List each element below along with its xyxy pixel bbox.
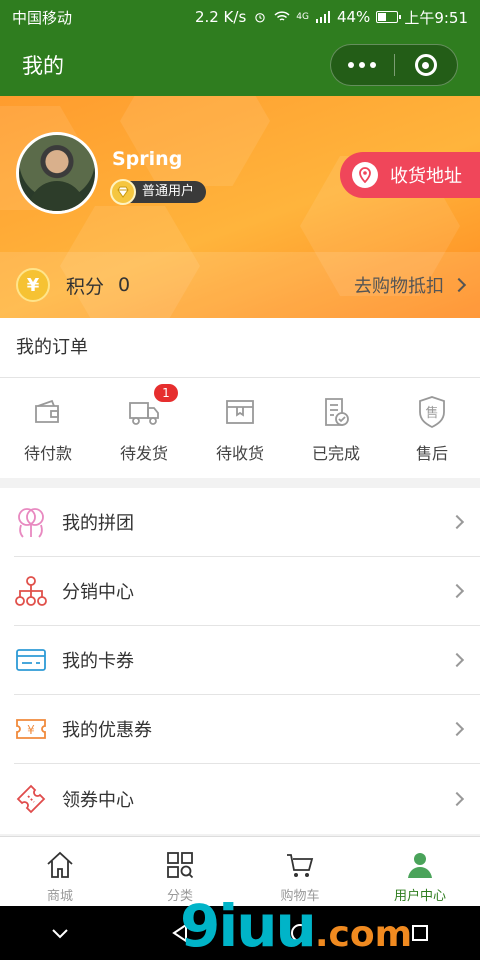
ticket-icon [16, 784, 46, 813]
tab-label: 购物车 [280, 889, 320, 904]
order-completed[interactable]: 已完成 [288, 378, 384, 478]
target-icon [414, 54, 437, 76]
menu-item-label: 领券中心 [62, 789, 134, 811]
order-pending-receipt[interactable]: 待收货 [192, 378, 288, 478]
member-level-label: 普通用户 [124, 181, 207, 203]
order-pending-payment[interactable]: 待付款 [0, 378, 96, 478]
user-icon [408, 853, 432, 878]
order-pending-shipment[interactable]: 1 待发货 [96, 378, 192, 478]
network-speed: 2.2 K/s [194, 8, 247, 26]
status-right: 2.2 K/s 4G 44% 上午9:51 [195, 7, 468, 28]
status-bar: 中国移动 2.2 K/s 4G 44% 上午9:51 [0, 0, 480, 34]
clock: 上午9:51 [404, 8, 468, 27]
tab-label: 商城 [46, 889, 73, 904]
alarm-icon [255, 13, 265, 23]
points-label: 积分 [66, 275, 105, 298]
order-pending-receipt-label: 待收货 [215, 444, 264, 463]
shipping-address-label: 收货地址 [390, 166, 462, 187]
bottom-tab-bar: 商城 分类 购物车 用户中心 [0, 836, 480, 906]
order-pending-shipment-label: 待发货 [119, 444, 168, 463]
redeem-points-label: 去购物抵扣 [354, 276, 444, 297]
order-after-sale[interactable]: 售 售后 [384, 378, 480, 478]
tab-category[interactable]: 分类 [120, 837, 240, 906]
recent-apps-icon[interactable] [408, 921, 432, 945]
back-icon[interactable] [168, 921, 192, 945]
user-name: Spring [112, 148, 183, 170]
tab-user-center[interactable]: 用户中心 [360, 837, 480, 906]
network-type: 4G [296, 12, 309, 22]
menu-item-label: 我的优惠券 [62, 720, 152, 741]
after-sale-glyph: 售 [425, 405, 438, 421]
coupon-glyph: ¥ [27, 723, 35, 737]
chevron-right-icon [449, 583, 465, 599]
menu-item-distribution[interactable]: 分销中心 [14, 557, 480, 626]
diamond-icon [110, 179, 136, 205]
menu-item-label: 我的卡券 [62, 651, 134, 672]
redeem-points-link[interactable]: 去购物抵扣 [354, 272, 467, 298]
signal-icon [315, 11, 330, 23]
menu-item-label: 我的拼团 [62, 513, 134, 534]
nav-bar: 我的 [0, 34, 480, 96]
points-bar: ¥ 积分 0 去购物抵扣 [0, 252, 480, 318]
chevron-right-icon [449, 514, 465, 530]
home-circle-icon[interactable] [288, 921, 312, 945]
system-navigation-bar [0, 906, 480, 960]
tab-mall[interactable]: 商城 [0, 837, 120, 906]
wallet-icon [35, 399, 59, 423]
order-status-row: 待付款 1 待发货 待收货 已完成 售 售后 [0, 378, 480, 478]
orders-section: 我的订单 待付款 1 待发货 待收货 已完成 售 售后 [0, 318, 480, 478]
package-icon [226, 400, 254, 424]
orders-title: 我的订单 [0, 318, 480, 378]
battery-percent: 44% [336, 8, 371, 26]
card-icon [16, 649, 46, 671]
location-pin-icon [352, 162, 378, 188]
menu-item-label: 分销中心 [62, 582, 134, 603]
menu-item-group-buy[interactable]: 我的拼团 [14, 488, 480, 557]
avatar[interactable] [16, 132, 98, 214]
chevron-down-icon[interactable] [48, 921, 72, 945]
cart-icon [287, 854, 314, 877]
menu-item-coupon-center[interactable]: 领券中心 [14, 764, 480, 833]
tab-label: 分类 [166, 889, 193, 904]
menu-item-coupons[interactable]: ¥ 我的优惠券 [14, 695, 480, 764]
wifi-icon [274, 11, 290, 21]
shipping-address-button[interactable]: 收货地址 [340, 152, 480, 198]
member-level-badge: 普通用户 [110, 179, 207, 205]
pending-shipment-count-badge: 1 [154, 384, 178, 402]
chevron-right-icon [451, 277, 467, 293]
coupon-icon: ¥ [16, 719, 46, 739]
order-pending-payment-label: 待付款 [23, 444, 72, 463]
tab-cart[interactable]: 购物车 [240, 837, 360, 906]
miniprogram-capsule [330, 44, 458, 86]
chevron-right-icon [449, 791, 465, 806]
category-icon [167, 852, 194, 879]
after-sale-icon: 售 [419, 396, 445, 429]
menu-item-cards[interactable]: 我的卡券 [14, 626, 480, 695]
points-value: 0 [118, 274, 131, 296]
order-completed-label: 已完成 [311, 444, 360, 463]
distribution-icon [15, 576, 47, 606]
more-menu-button[interactable] [331, 62, 394, 68]
completed-icon [325, 398, 349, 426]
profile-header: Spring 普通用户 收货地址 ¥ 积分 0 去购物抵扣 [0, 96, 480, 318]
chevron-right-icon [449, 721, 465, 737]
group-buy-icon [18, 508, 44, 538]
tab-label: 用户中心 [393, 889, 446, 904]
chevron-right-icon [449, 652, 465, 668]
order-after-sale-label: 售后 [415, 444, 448, 463]
page-title: 我的 [22, 54, 64, 78]
close-miniprogram-button[interactable] [395, 54, 458, 76]
carrier-name: 中国移动 [12, 8, 73, 27]
home-icon [47, 851, 73, 878]
battery-icon [376, 11, 402, 23]
feature-menu: 我的拼团 分销中心 我的卡券 ¥ 我的优惠券 领券中心 [0, 488, 480, 834]
coin-icon: ¥ [16, 268, 50, 302]
